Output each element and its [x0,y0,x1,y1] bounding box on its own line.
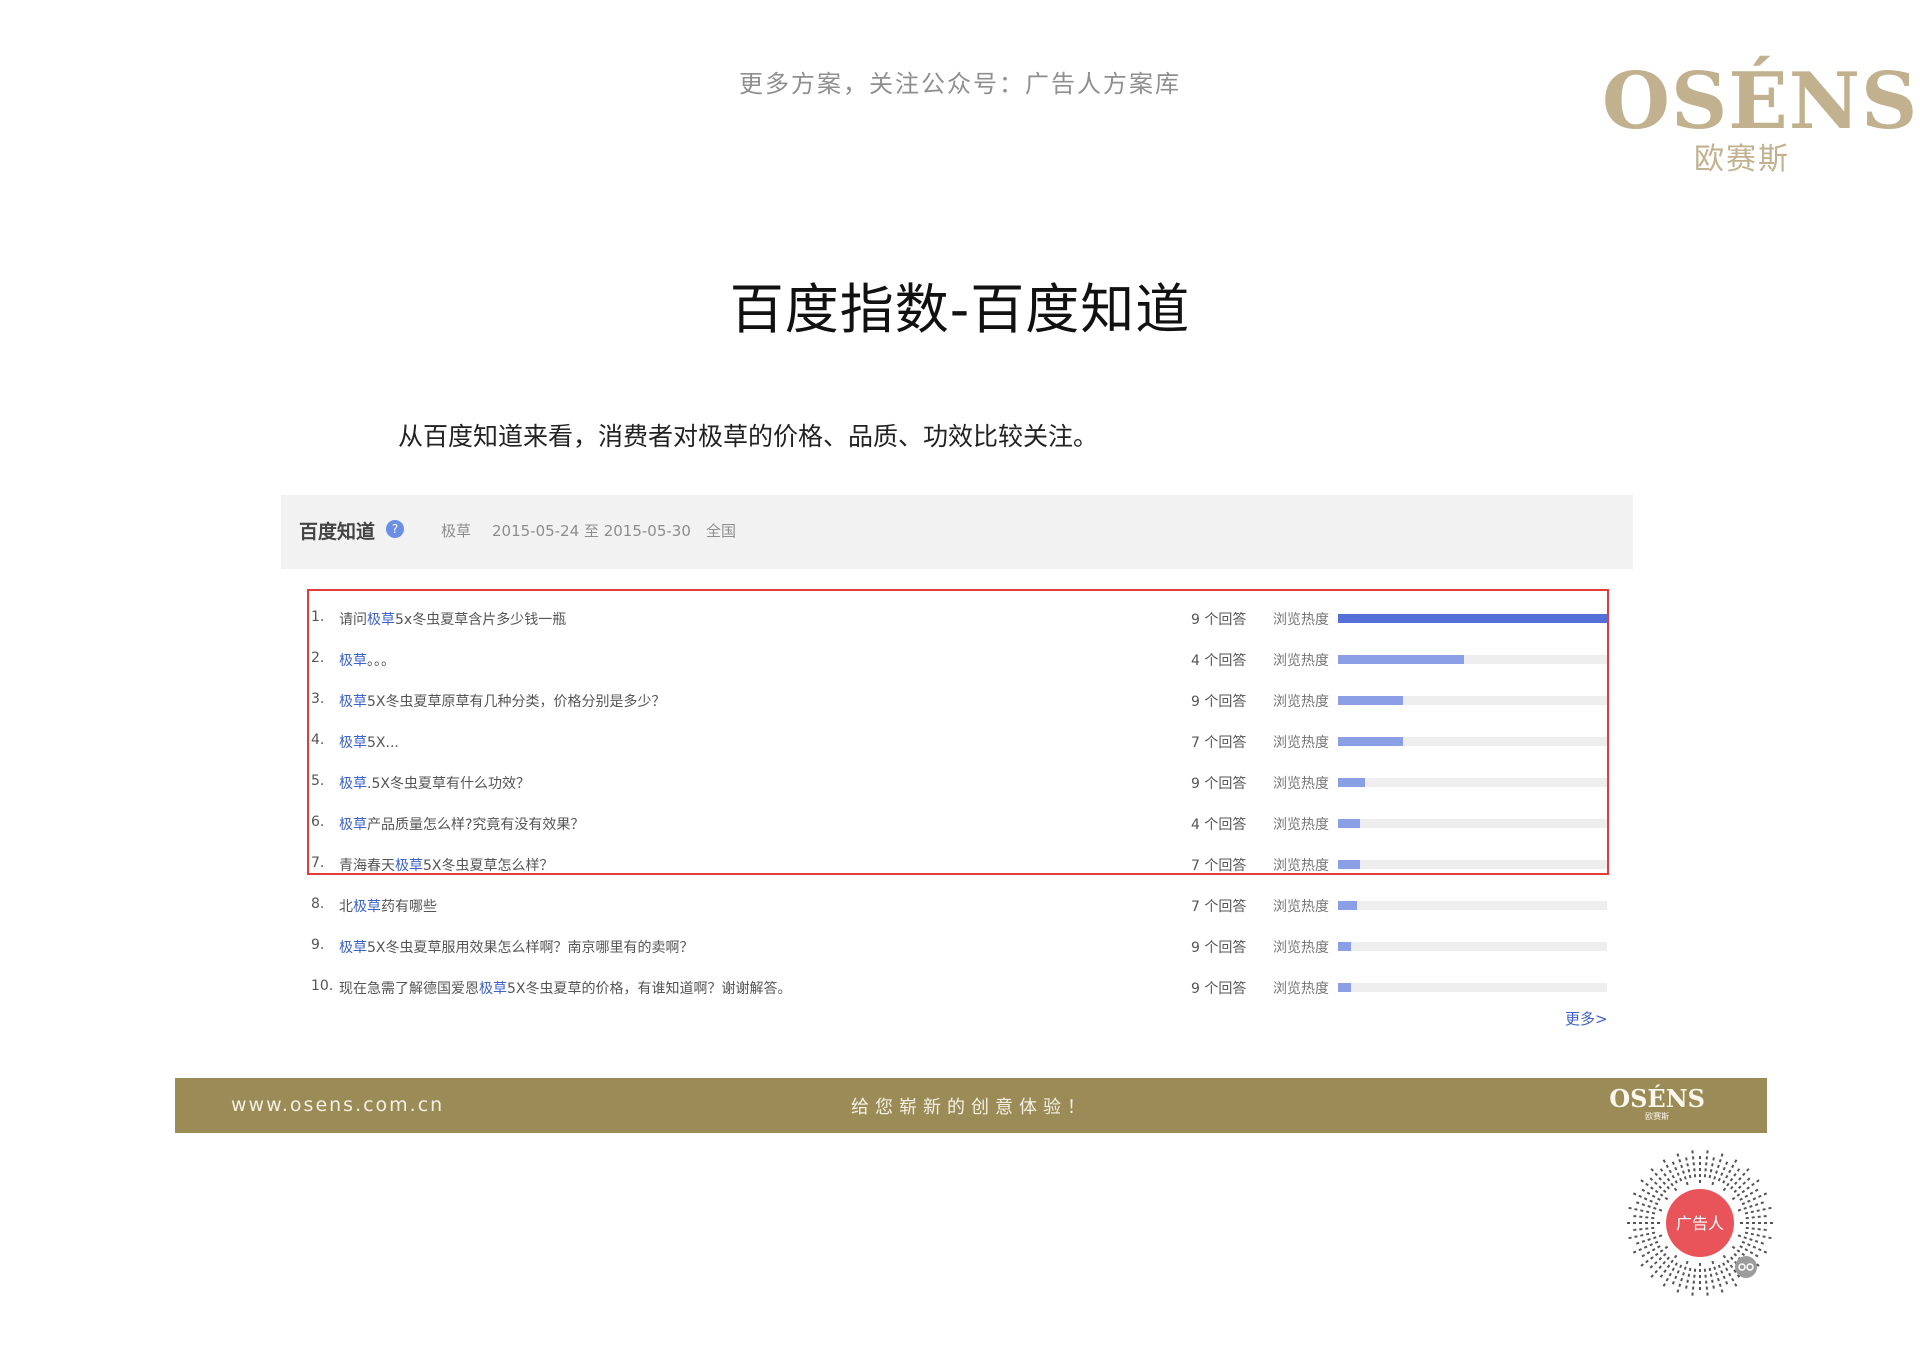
region-filter: 全国 [706,522,737,540]
keyword-highlight: 极草 [353,899,381,915]
keyword-highlight: 极草 [479,981,507,997]
question-link[interactable]: 极草5X冬虫夏草服用效果怎么样啊？南京哪里有的卖啊？ [339,937,694,957]
highlight-box [307,589,1609,875]
heat-bar-fill [1338,942,1352,951]
keyword-filter: 极草 [441,522,472,540]
footer-logo: OSÉNS 欧赛斯 [1609,1084,1705,1122]
heat-label: 浏览热度 [1273,981,1329,997]
more-link[interactable]: 更多> [1565,1008,1608,1029]
heat-bar-track [1338,983,1607,992]
heat-bar-track [1338,942,1607,951]
heat-label: 浏览热度 [1273,940,1329,956]
question-row[interactable]: 8. 北极草药有哪些 7 个回答 浏览热度 [307,885,1607,926]
answer-count: 9 个回答 [1191,940,1247,956]
heat-bar-track [1338,901,1607,910]
question-row[interactable]: 9. 极草5X冬虫夏草服用效果怎么样啊？南京哪里有的卖啊？ 9 个回答 浏览热度 [307,926,1607,967]
qr-code: 广告人 [1624,1147,1776,1299]
logo-chinese-name: 欧赛斯 [1694,142,1790,177]
heat-bar-fill [1338,901,1357,910]
question-link[interactable]: 现在急需了解德国爱恩极草5X冬虫夏草的价格，有谁知道啊？谢谢解答。 [339,978,792,998]
keyword-highlight: 极草 [339,940,367,956]
answer-count: 7 个回答 [1191,899,1247,915]
question-link[interactable]: 北极草药有哪些 [339,896,437,916]
question-circle-icon[interactable]: ? [386,520,404,538]
row-number: 9. [311,937,325,953]
logo-wordmark: OSÉNS® [1602,56,1919,147]
date-range: 2015-05-24 至 2015-05-30 [492,522,691,540]
heat-bar-fill [1338,983,1352,992]
question-row[interactable]: 10. 现在急需了解德国爱恩极草5X冬虫夏草的价格，有谁知道啊？谢谢解答。 9 个回… [307,967,1607,1008]
footer-band: www.osens.com.cn 给您崭新的创意体验！ OSÉNS 欧赛斯 [175,1078,1767,1133]
brand-logo: OSÉNS® 欧赛斯 [1602,62,1917,178]
qr-badge: 广告人 [1676,1215,1724,1233]
heat-label: 浏览热度 [1273,899,1329,915]
zhidao-header: 百度知道 ? 极草 2015-05-24 至 2015-05-30 全国 [281,495,1633,569]
row-number: 10. [311,978,334,994]
answer-count: 9 个回答 [1191,981,1247,997]
slide-subtitle: 从百度知道来看，消费者对极草的价格、品质、功效比较关注。 [398,422,1099,451]
row-number: 8. [311,896,325,912]
slide-title: 百度指数-百度知道 [729,278,1191,341]
zhidao-brand: 百度知道 [299,521,376,543]
footer-slogan: 给您崭新的创意体验！ [851,1097,1091,1118]
